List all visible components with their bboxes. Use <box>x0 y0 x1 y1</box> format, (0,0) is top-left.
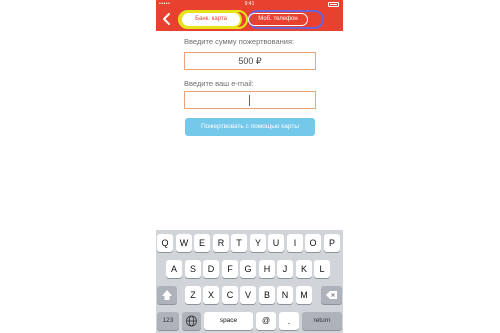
phone-screen: ••••• 9:41 Банк. карта Моб. телефон Введ… <box>156 0 343 333</box>
back-button[interactable] <box>160 12 174 26</box>
key-e[interactable]: E <box>194 234 210 252</box>
battery-icon <box>328 2 339 7</box>
at-key[interactable]: @ <box>256 312 276 330</box>
key-f[interactable]: F <box>222 260 238 278</box>
key-a[interactable]: A <box>166 260 182 278</box>
email-field[interactable] <box>184 91 316 109</box>
shift-key[interactable] <box>157 286 177 304</box>
keyboard-row-2: A S D F G H J K L <box>156 260 343 278</box>
key-o[interactable]: O <box>305 234 321 252</box>
key-h[interactable]: H <box>259 260 275 278</box>
key-d[interactable]: D <box>203 260 219 278</box>
key-q[interactable]: Q <box>157 234 173 252</box>
backspace-icon <box>326 291 337 299</box>
numbers-key[interactable]: 123 <box>157 312 179 330</box>
globe-key[interactable] <box>182 312 201 330</box>
key-r[interactable]: R <box>213 234 229 252</box>
keyboard-row-4: 123 space @ . return <box>156 312 343 330</box>
key-p[interactable]: P <box>324 234 340 252</box>
key-s[interactable]: S <box>185 260 201 278</box>
key-y[interactable]: Y <box>250 234 266 252</box>
key-g[interactable]: G <box>240 260 256 278</box>
tab-mobile-phone[interactable]: Моб. телефон <box>248 13 308 26</box>
shift-icon <box>162 290 172 300</box>
key-n[interactable]: N <box>277 286 293 304</box>
key-k[interactable]: K <box>296 260 312 278</box>
globe-icon <box>186 315 197 327</box>
key-v[interactable]: V <box>240 286 256 304</box>
tab-bank-card[interactable]: Банк. карта <box>182 13 240 26</box>
backspace-key[interactable] <box>321 286 342 304</box>
text-cursor <box>249 95 250 106</box>
key-j[interactable]: J <box>277 260 293 278</box>
status-time: 9:41 <box>244 1 255 7</box>
chevron-left-icon <box>163 13 170 25</box>
keyboard-row-3: Z X C V B N M <box>156 286 343 304</box>
key-b[interactable]: B <box>259 286 275 304</box>
return-key[interactable]: return <box>302 312 342 330</box>
email-label: Введите ваш e-mail: <box>184 79 254 88</box>
dot-key[interactable]: . <box>279 312 299 330</box>
key-c[interactable]: C <box>222 286 238 304</box>
keyboard-row-1: Q W E R T Y U I O P <box>156 234 343 252</box>
key-l[interactable]: L <box>314 260 330 278</box>
key-w[interactable]: W <box>176 234 192 252</box>
key-z[interactable]: Z <box>185 286 201 304</box>
key-u[interactable]: U <box>268 234 284 252</box>
status-bar: ••••• 9:41 <box>156 0 343 9</box>
key-m[interactable]: M <box>296 286 312 304</box>
app-header: ••••• 9:41 Банк. карта Моб. телефон <box>156 0 343 31</box>
keyboard: Q W E R T Y U I O P A S D F G H J K L Z … <box>156 230 343 333</box>
amount-field[interactable]: 500 ₽ <box>184 52 316 70</box>
space-key[interactable]: space <box>204 312 253 330</box>
key-i[interactable]: I <box>287 234 303 252</box>
key-t[interactable]: T <box>231 234 247 252</box>
donate-card-button[interactable]: Пожертвовать с помощью карты <box>185 118 315 136</box>
amount-label: Введите сумму пожертвования: <box>184 37 295 46</box>
key-x[interactable]: X <box>203 286 219 304</box>
